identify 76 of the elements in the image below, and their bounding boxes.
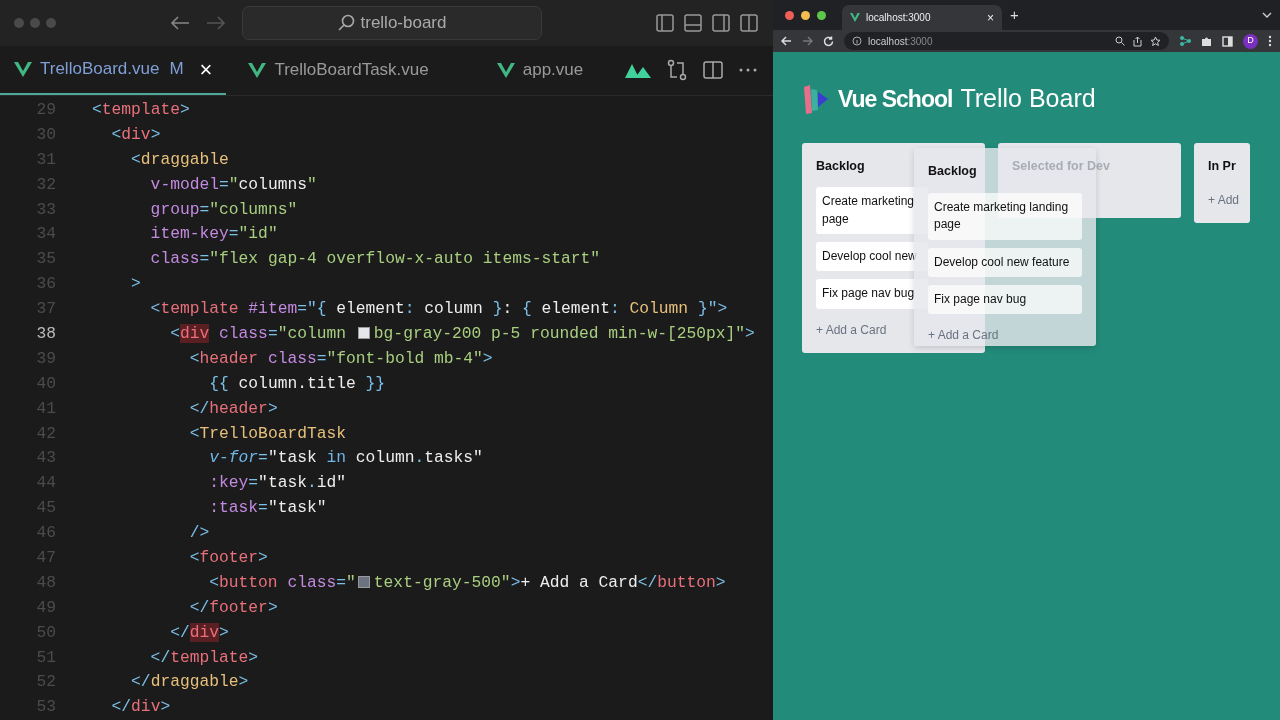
code-line: v-for="task in column.tasks"	[208, 447, 483, 470]
code-line: <button class=" text-gray-500">+ Add a Card</button>	[208, 571, 726, 594]
vue-icon	[496, 62, 515, 79]
column-title: Backlog	[928, 163, 977, 180]
editor-tab[interactable]: TrelloBoard.vue M ×	[0, 45, 227, 96]
more-icon[interactable]	[1268, 35, 1272, 47]
sidebar-left-icon[interactable]	[655, 12, 675, 33]
code-line: :key="task.id"	[208, 472, 347, 495]
layout-icon[interactable]	[739, 12, 759, 33]
url-text: localhost:3000	[868, 34, 933, 49]
code-line: />	[188, 522, 210, 545]
info-icon[interactable]	[852, 36, 862, 46]
code-line: item-key="id"	[149, 223, 278, 246]
sidebar-right-icon[interactable]	[711, 12, 731, 33]
code-line: <header class="font-bold mb-4">	[188, 347, 493, 370]
editor-tab[interactable]: app.vue	[482, 45, 598, 96]
vue-icon	[14, 61, 32, 78]
editor-tab[interactable]: TrelloBoardTask.vue	[234, 45, 443, 96]
address-bar[interactable]: localhost:3000	[844, 32, 1169, 50]
search-icon	[336, 13, 355, 32]
page-title: Trello Board	[960, 83, 1096, 114]
vue-icon	[850, 13, 860, 22]
back-icon[interactable]	[169, 15, 190, 30]
chevron-down-icon[interactable]	[1262, 12, 1272, 18]
column-title: Backlog	[816, 157, 865, 175]
code-line: :task="task"	[208, 497, 327, 520]
code-line: {{ column.title }}	[208, 372, 386, 395]
add-card-button[interactable]: + Add a Card	[816, 320, 887, 339]
more-icon[interactable]	[739, 68, 757, 73]
extension-icon[interactable]	[1179, 35, 1191, 47]
profile-avatar[interactable]: D	[1243, 33, 1258, 49]
search-field[interactable]: trello-board	[241, 5, 542, 40]
code-line: </template>	[149, 646, 259, 669]
code-line: <template>	[92, 98, 190, 121]
add-card-button[interactable]: + Add a Card	[928, 326, 999, 345]
line-number: 38	[35, 322, 56, 345]
code-line: group="columns"	[149, 198, 298, 221]
code-line: </div>	[110, 696, 171, 719]
new-tab-button[interactable]: +	[1010, 3, 1019, 27]
code-line: <div class="column bg-gray-200 p-5 rounded min-w-[250px]">	[169, 322, 755, 345]
minimize-icon[interactable]	[801, 10, 810, 20]
browser-tab[interactable]: localhost:3000 ×	[842, 5, 1002, 30]
column-title: In Pr	[1208, 157, 1236, 175]
forward-icon[interactable]	[802, 36, 813, 46]
maximize-icon[interactable]	[817, 10, 826, 20]
compare-icon[interactable]	[667, 59, 687, 82]
code-line: v-model="columns"	[149, 173, 317, 196]
code-line: <div>	[110, 123, 161, 146]
close-window-icon[interactable]	[785, 10, 794, 20]
task-card[interactable]: Fix page nav bug	[928, 284, 1082, 315]
reload-icon[interactable]	[823, 35, 834, 47]
zoom-icon[interactable]	[1115, 36, 1125, 46]
add-card-button[interactable]: + Add	[1208, 191, 1240, 210]
panel-icon[interactable]	[683, 12, 703, 33]
vue-icon	[248, 62, 267, 79]
split-editor-icon[interactable]	[703, 60, 723, 81]
logo-icon	[802, 82, 830, 115]
code-line: </draggable>	[130, 671, 249, 694]
code-line: <TrelloBoardTask	[188, 422, 347, 445]
code-line: </div>	[169, 621, 229, 644]
close-tab-button[interactable]: ×	[987, 8, 994, 27]
close-tab-button[interactable]: ×	[199, 52, 213, 86]
mountain-icon[interactable]	[625, 62, 651, 79]
code-line: <draggable	[130, 148, 229, 171]
brand-name: Vue School	[838, 84, 953, 114]
code-line: >	[130, 273, 141, 296]
star-icon[interactable]	[1150, 35, 1161, 47]
code-line: class="flex gap-4 overflow-x-auto items-start"	[149, 248, 601, 271]
task-card[interactable]: Develop cool new feature	[928, 247, 1082, 277]
sidebar-icon[interactable]	[1222, 35, 1233, 47]
share-icon[interactable]	[1133, 35, 1142, 47]
code-line: </footer>	[188, 596, 278, 619]
code-line: </header>	[188, 397, 278, 420]
code-line: <template #item="{ element: column }: { element: Column }">	[149, 298, 728, 321]
task-card[interactable]: Create marketing landing page	[928, 192, 1082, 240]
code-line: <footer>	[188, 547, 268, 569]
